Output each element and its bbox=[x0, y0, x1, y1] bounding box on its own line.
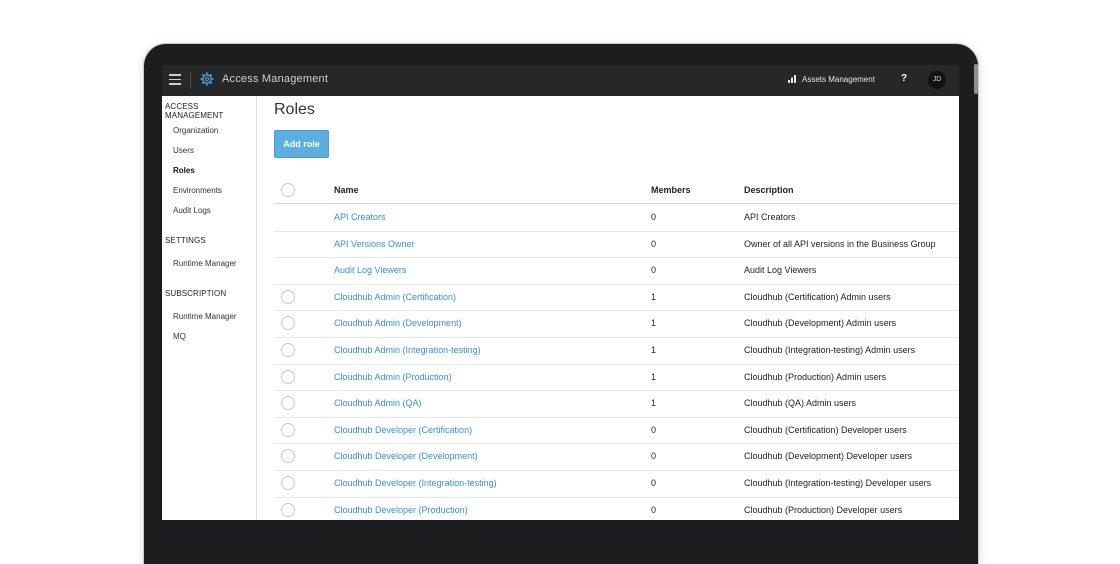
app-title: Access Management bbox=[222, 73, 329, 85]
role-name-link[interactable]: Audit Log Viewers bbox=[334, 265, 406, 275]
assets-management-link[interactable]: Assets Management bbox=[788, 75, 875, 84]
role-members-count: 1 bbox=[651, 318, 657, 329]
sidebar-item-users[interactable]: Users bbox=[173, 146, 194, 155]
row-select-checkbox[interactable] bbox=[281, 476, 295, 490]
role-members-count: 1 bbox=[651, 371, 657, 382]
role-description: Audit Log Viewers bbox=[744, 265, 817, 276]
sidebar-item-runtime-manager-subscription[interactable]: Runtime Manager bbox=[173, 312, 237, 321]
role-description: Cloudhub (Integration-testing) Admin use… bbox=[744, 345, 916, 355]
row-select-checkbox[interactable] bbox=[281, 449, 295, 464]
avatar[interactable]: JD bbox=[928, 71, 946, 89]
row-select-checkbox[interactable] bbox=[281, 502, 295, 517]
role-members-count: 0 bbox=[651, 478, 657, 488]
gear-icon bbox=[200, 72, 214, 86]
sidebar-item-mq[interactable]: MQ bbox=[173, 332, 186, 341]
role-name-link[interactable]: Cloudhub Admin (QA) bbox=[334, 398, 422, 408]
table-row[interactable]: Cloudhub Admin (Certification) 1 Cloudhub … bbox=[274, 284, 959, 312]
laptop-side-edge bbox=[974, 64, 978, 94]
row-select-checkbox[interactable] bbox=[281, 369, 295, 384]
role-description: Cloudhub (Certification) Developer users bbox=[744, 424, 907, 435]
app-screen: Access Management Assets Management ? JD… bbox=[162, 65, 959, 520]
sidebar-item-roles[interactable]: Roles bbox=[173, 166, 195, 175]
role-members-count: 0 bbox=[651, 451, 657, 462]
table-row[interactable]: Cloudhub Admin (Integration-testing) 1 Clo… bbox=[274, 337, 959, 365]
table-row[interactable]: Cloudhub Developer (Integration-testing)… bbox=[274, 470, 959, 498]
column-header-members[interactable]: Members bbox=[651, 185, 691, 195]
role-description: Cloudhub (Production) Developer users bbox=[744, 504, 903, 515]
topbar-divider bbox=[190, 72, 191, 89]
row-select-checkbox[interactable] bbox=[281, 396, 295, 411]
role-name-link[interactable]: Cloudhub Admin (Certification) bbox=[334, 292, 456, 302]
table-row[interactable]: Cloudhub Admin (Development) 1 Cloudhub (D… bbox=[274, 310, 959, 338]
sidebar-section-access-management: ACCESS MANAGEMENT bbox=[165, 102, 224, 120]
row-select-checkbox[interactable] bbox=[281, 316, 295, 331]
role-name-link[interactable]: Cloudhub Developer (Development) bbox=[334, 451, 478, 461]
role-description: Owner of all API versions in the Busines… bbox=[744, 238, 936, 249]
role-description: Cloudhub (Certification) Admin users bbox=[744, 291, 891, 302]
column-header-description[interactable]: Description bbox=[744, 185, 794, 195]
sidebar-section-settings: SETTINGS bbox=[165, 236, 206, 245]
role-members-count: 1 bbox=[651, 398, 657, 409]
table-row[interactable]: Cloudhub Admin (QA) 1 Cloudhub (QA) Admin … bbox=[274, 390, 959, 418]
sidebar-item-organization[interactable]: Organization bbox=[173, 126, 218, 135]
hamburger-menu-icon[interactable] bbox=[169, 74, 181, 86]
row-select-checkbox[interactable] bbox=[281, 422, 295, 437]
select-all-checkbox[interactable] bbox=[281, 183, 295, 197]
role-members-count: 1 bbox=[651, 345, 657, 355]
table-row[interactable]: API Creators 0 API Creators bbox=[274, 204, 959, 232]
top-navigation-bar: Access Management Assets Management ? JD bbox=[162, 65, 959, 96]
role-members-count: 0 bbox=[651, 424, 657, 435]
role-name-link[interactable]: Cloudhub Admin (Integration-testing) bbox=[334, 345, 481, 355]
role-members-count: 0 bbox=[651, 238, 657, 249]
role-description: Cloudhub (Development) Admin users bbox=[744, 318, 897, 329]
table-row[interactable]: Cloudhub Developer (Production) 0 Cloudhub… bbox=[274, 497, 959, 520]
table-row[interactable]: Cloudhub Admin (Production) 1 Cloudhub (Pr… bbox=[274, 364, 959, 392]
sidebar-item-environments[interactable]: Environments bbox=[173, 186, 222, 195]
table-row[interactable]: Cloudhub Developer (Development) 0 Cloudhu… bbox=[274, 443, 959, 471]
row-select-checkbox[interactable] bbox=[281, 289, 295, 304]
role-name-link[interactable]: Cloudhub Admin (Production) bbox=[334, 372, 452, 382]
role-name-link[interactable]: API Creators bbox=[334, 212, 386, 222]
role-description: Cloudhub (Production) Admin users bbox=[744, 371, 887, 382]
role-name-link[interactable]: Cloudhub Developer (Integration-testing) bbox=[334, 478, 497, 488]
sidebar-section-subscription: SUBSCRIPTION bbox=[165, 289, 227, 298]
role-members-count: 0 bbox=[651, 265, 657, 276]
column-header-name[interactable]: Name bbox=[334, 185, 359, 195]
role-description: Cloudhub (QA) Admin users bbox=[744, 398, 857, 409]
assets-management-label: Assets Management bbox=[802, 75, 875, 84]
role-members-count: 1 bbox=[651, 291, 657, 302]
role-description: API Creators bbox=[744, 212, 796, 222]
table-row[interactable]: API Versions Owner 0 Owner of all API vers… bbox=[274, 231, 959, 259]
sidebar: ACCESS MANAGEMENT Organization Users Rol… bbox=[162, 96, 257, 520]
assets-icon bbox=[788, 75, 796, 83]
add-role-button[interactable]: Add role bbox=[274, 130, 329, 158]
role-members-count: 0 bbox=[651, 504, 657, 515]
role-name-link[interactable]: Cloudhub Developer (Production) bbox=[334, 505, 468, 515]
table-row[interactable]: Audit Log Viewers 0 Audit Log Viewers bbox=[274, 257, 959, 285]
role-name-link[interactable]: Cloudhub Developer (Certification) bbox=[334, 425, 472, 435]
role-description: Cloudhub (Development) Developer users bbox=[744, 451, 913, 462]
role-name-link[interactable]: API Versions Owner bbox=[334, 239, 415, 249]
row-select-checkbox[interactable] bbox=[281, 343, 295, 357]
role-description: Cloudhub (Integration-testing) Developer… bbox=[744, 478, 932, 488]
role-members-count: 0 bbox=[651, 212, 657, 222]
page-title: Roles bbox=[274, 101, 315, 118]
sidebar-item-runtime-manager-settings[interactable]: Runtime Manager bbox=[173, 259, 237, 268]
table-row[interactable]: Cloudhub Developer (Certification) 0 Cloud… bbox=[274, 417, 959, 445]
main-content: Roles Add role Name Members Description … bbox=[257, 96, 959, 520]
help-icon[interactable]: ? bbox=[901, 73, 907, 84]
sidebar-item-audit-logs[interactable]: Audit Logs bbox=[173, 206, 211, 215]
role-name-link[interactable]: Cloudhub Admin (Development) bbox=[334, 318, 462, 328]
